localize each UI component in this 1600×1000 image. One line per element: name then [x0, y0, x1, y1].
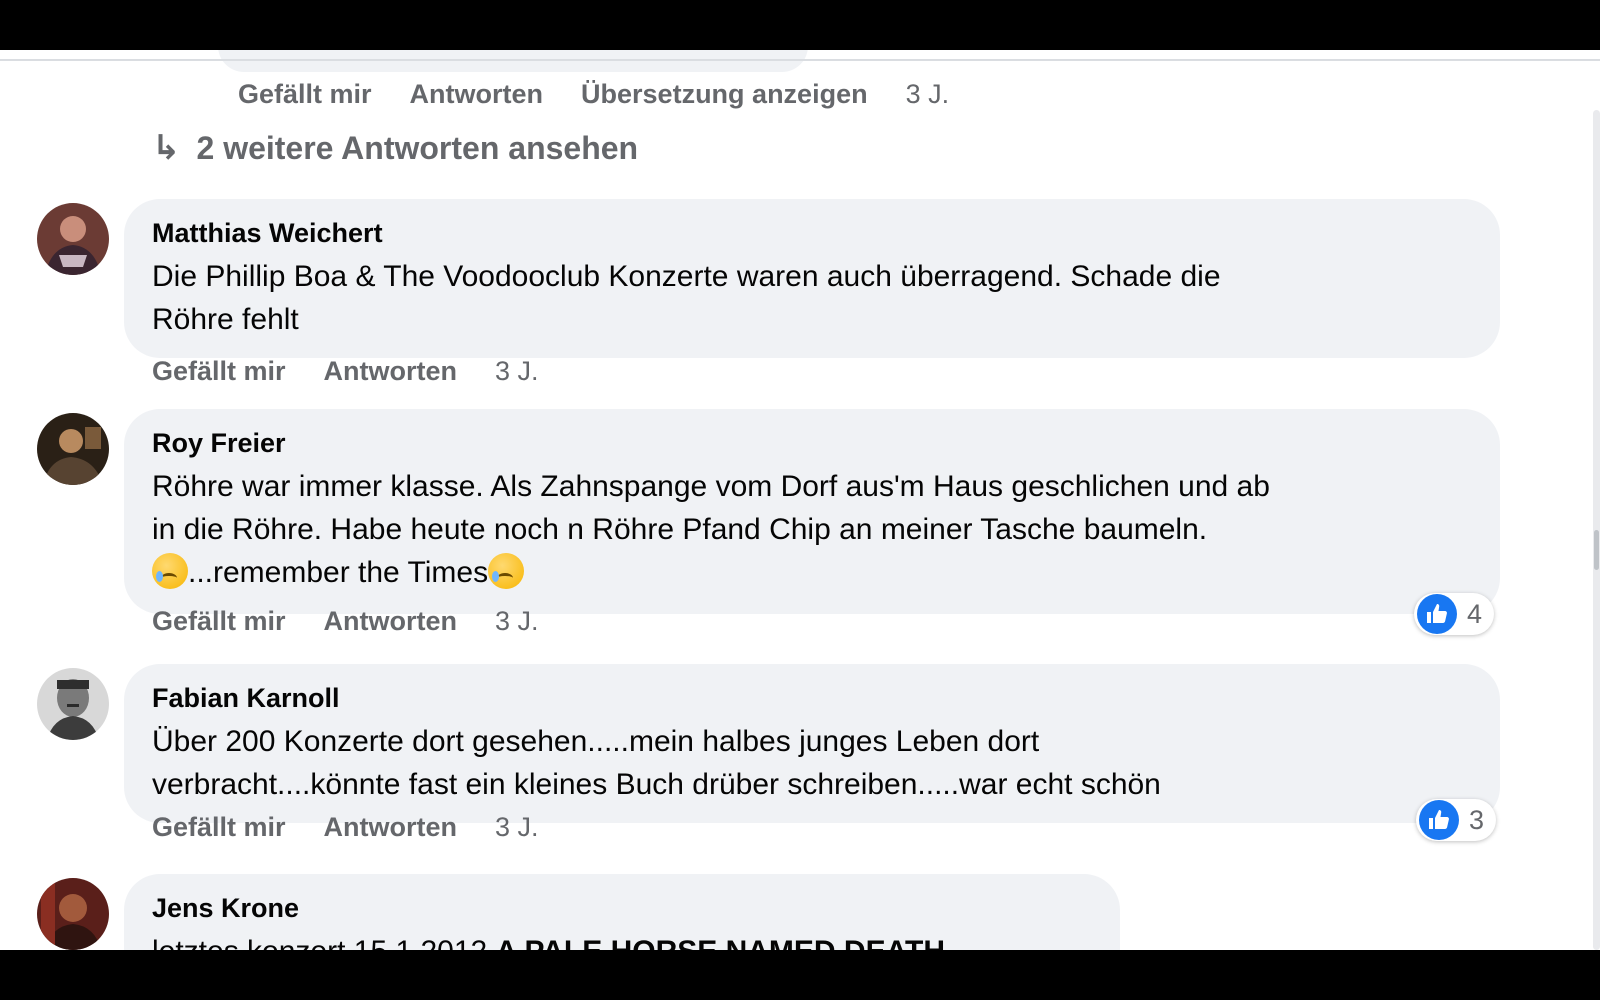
crying-face-emoji-icon: [488, 553, 525, 589]
comment-bubble: Roy Freier Röhre war immer klasse. Als Z…: [124, 409, 1500, 614]
like-button[interactable]: Gefällt mir: [238, 79, 372, 110]
reply-button[interactable]: Antworten: [324, 356, 457, 387]
reply-button[interactable]: Antworten: [324, 812, 457, 843]
comment-text: Über 200 Konzerte dort gesehen.....mein …: [152, 720, 1472, 806]
reaction-count[interactable]: 4: [1414, 593, 1495, 635]
scrollbar-thumb[interactable]: [1594, 530, 1599, 570]
reply-actions: Gefällt mir Antworten Übersetzung anzeig…: [238, 79, 949, 110]
timestamp[interactable]: 3 J.: [495, 356, 539, 387]
comment-text-line: verbracht....könnte fast ein kleines Buc…: [152, 768, 1161, 801]
comment-author[interactable]: Jens Krone: [152, 890, 1092, 926]
previous-comment-bubble: [218, 50, 808, 72]
comment-bubble: Jens Krone letztes konzert 15.1.2012 A P…: [124, 874, 1120, 950]
comment-text-fragment: ...remember the Times: [188, 556, 489, 589]
comment-actions: Gefällt mir Antworten 3 J.: [152, 606, 539, 637]
translate-button[interactable]: Übersetzung anzeigen: [581, 79, 868, 110]
comment-text-line: Die Phillip Boa & The Voodooclub Konzert…: [152, 260, 1221, 293]
comment-text: Die Phillip Boa & The Voodooclub Konzert…: [152, 255, 1472, 341]
comments-screen: Gefällt mir Antworten Übersetzung anzeig…: [0, 50, 1600, 950]
comment-author[interactable]: Roy Freier: [152, 425, 1472, 461]
comment-text-line: ...remember the Times: [152, 551, 1472, 594]
crying-face-emoji-icon: [152, 553, 188, 589]
comment-bubble: Matthias Weichert Die Phillip Boa & The …: [124, 199, 1500, 358]
timestamp[interactable]: 3 J.: [906, 79, 950, 110]
comment-text-line: Röhre fehlt: [152, 303, 299, 336]
top-divider: [0, 59, 1600, 61]
comment-author[interactable]: Fabian Karnoll: [152, 680, 1472, 716]
reaction-count[interactable]: 3: [1416, 799, 1497, 841]
comment-actions: Gefällt mir Antworten 3 J.: [152, 356, 539, 387]
comment-author[interactable]: Matthias Weichert: [152, 215, 1472, 251]
comment-text: letztes konzert 15.1.2012 A PALE HORSE N…: [152, 930, 1092, 950]
comment-text-line: Röhre war immer klasse. Als Zahnspange v…: [152, 470, 1270, 503]
avatar-roy-freier[interactable]: [37, 413, 109, 485]
reply-arrow-icon: ↳: [152, 129, 181, 167]
thumbs-up-icon: [1419, 800, 1459, 840]
avatar-fabian-karnoll[interactable]: [37, 668, 109, 740]
comment-text: Röhre war immer klasse. Als Zahnspange v…: [152, 465, 1472, 594]
reaction-number: 3: [1469, 804, 1485, 835]
like-button[interactable]: Gefällt mir: [152, 812, 286, 843]
thumbs-up-icon: [1417, 594, 1457, 634]
comment-text-bold: A PALE HORSE NAMED DEATH: [496, 935, 945, 950]
timestamp[interactable]: 3 J.: [495, 606, 539, 637]
like-button[interactable]: Gefällt mir: [152, 356, 286, 387]
comment-bubble: Fabian Karnoll Über 200 Konzerte dort ge…: [124, 664, 1500, 823]
more-replies-label: 2 weitere Antworten ansehen: [196, 129, 639, 166]
timestamp[interactable]: 3 J.: [495, 812, 539, 843]
avatar-jens-krone[interactable]: [37, 878, 109, 950]
more-replies-link[interactable]: ↳ 2 weitere Antworten ansehen: [152, 128, 638, 168]
reaction-number: 4: [1467, 598, 1483, 629]
like-button[interactable]: Gefällt mir: [152, 606, 286, 637]
comment-text-line: in die Röhre. Habe heute noch n Röhre Pf…: [152, 513, 1208, 546]
comment-actions: Gefällt mir Antworten 3 J.: [152, 812, 539, 843]
comment-text-line: Über 200 Konzerte dort gesehen.....mein …: [152, 725, 1040, 758]
reply-button[interactable]: Antworten: [410, 79, 543, 110]
reply-button[interactable]: Antworten: [324, 606, 457, 637]
comment-text-fragment: letztes konzert 15.1.2012: [152, 935, 496, 950]
avatar-matthias-weichert[interactable]: [37, 203, 109, 275]
